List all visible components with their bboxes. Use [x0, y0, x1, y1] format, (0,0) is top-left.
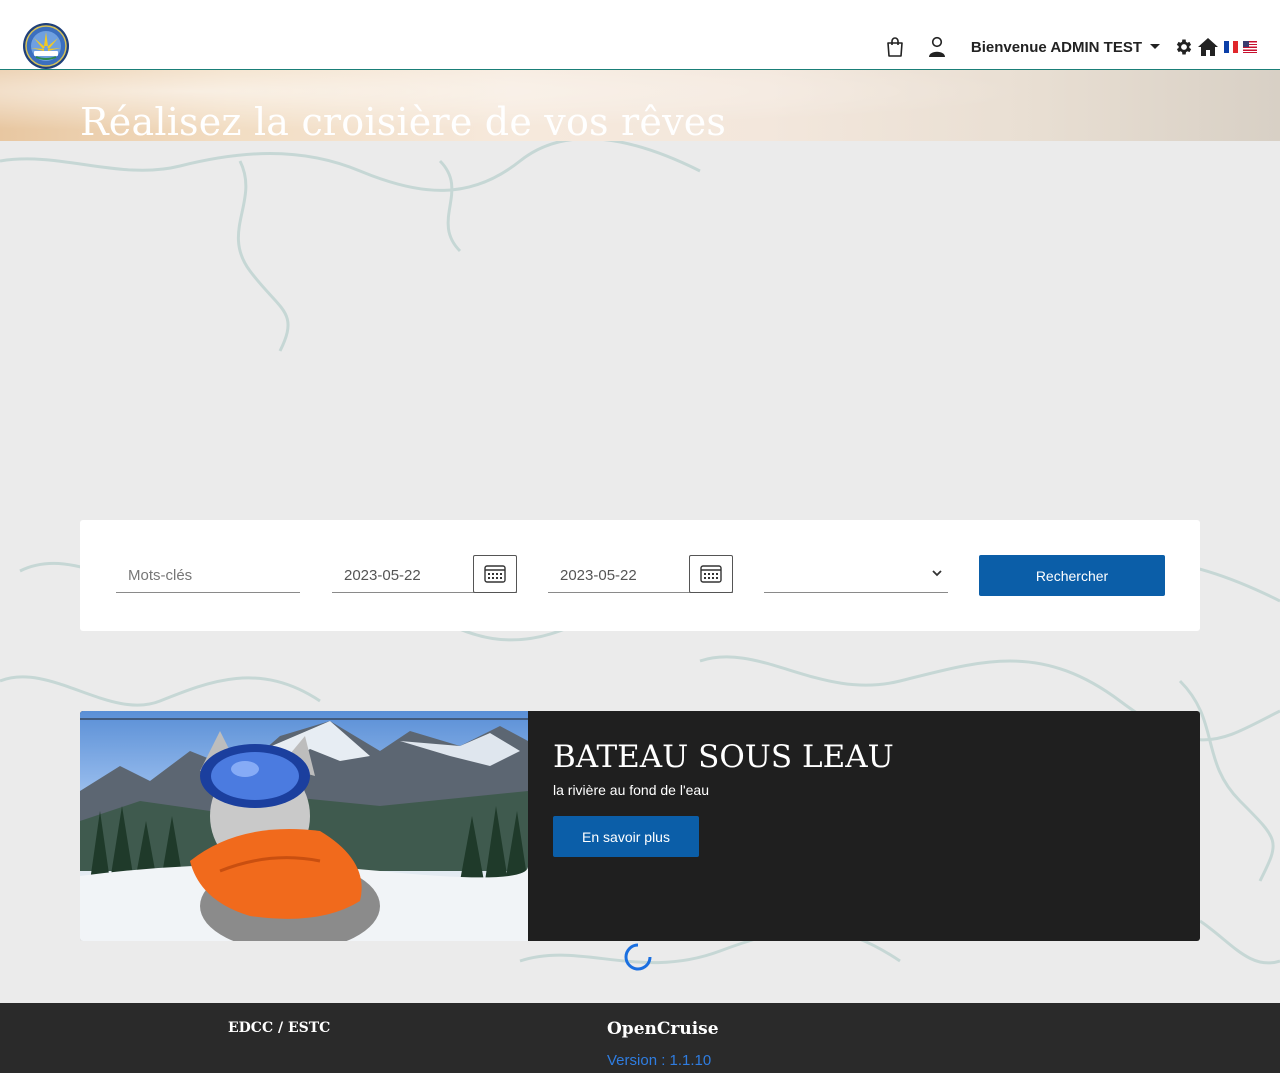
flag-fr-icon[interactable]	[1224, 41, 1239, 53]
footer-app-name: OpenCruise	[607, 1019, 719, 1039]
hero-title: Réalisez la croisière de vos rêves	[80, 100, 727, 141]
search-button[interactable]: Rechercher	[979, 555, 1165, 596]
calendar-icon[interactable]	[473, 555, 517, 593]
user-menu-dropdown[interactable]: Bienvenue ADMIN TEST	[971, 39, 1160, 56]
top-navbar: Bienvenue ADMIN TEST	[0, 0, 1280, 70]
hero-banner: Réalisez la croisière de vos rêves	[0, 70, 1280, 141]
keywords-field	[116, 555, 300, 593]
keywords-input[interactable]	[116, 555, 300, 592]
logo-emblem[interactable]	[22, 22, 70, 70]
learn-more-button[interactable]: En savoir plus	[553, 816, 699, 857]
user-icon[interactable]	[927, 36, 947, 58]
shopping-bag-icon[interactable]	[885, 37, 905, 57]
loading-spinner	[624, 943, 652, 971]
chevron-down-icon	[932, 570, 942, 577]
home-icon[interactable]	[1198, 38, 1218, 56]
gear-icon[interactable]	[1174, 37, 1194, 57]
footer-organization: EDCC / ESTC	[228, 1020, 331, 1036]
flag-us-icon[interactable]	[1243, 41, 1257, 53]
end-date-field	[548, 555, 733, 593]
featured-cruise-image	[80, 711, 528, 941]
featured-cruise-subtitle: la rivière au fond de l'eau	[553, 782, 709, 798]
header-actions: Bienvenue ADMIN TEST	[885, 32, 1262, 62]
caret-down-icon	[1150, 43, 1160, 49]
calendar-icon[interactable]	[689, 555, 733, 593]
featured-cruise-title: BATEAU SOUS LEAU	[553, 739, 894, 775]
start-date-field	[332, 555, 517, 593]
welcome-label: Bienvenue ADMIN TEST	[970, 38, 1142, 56]
category-select[interactable]	[764, 555, 948, 593]
footer-version-link[interactable]: Version : 1.1.10	[607, 1052, 711, 1069]
